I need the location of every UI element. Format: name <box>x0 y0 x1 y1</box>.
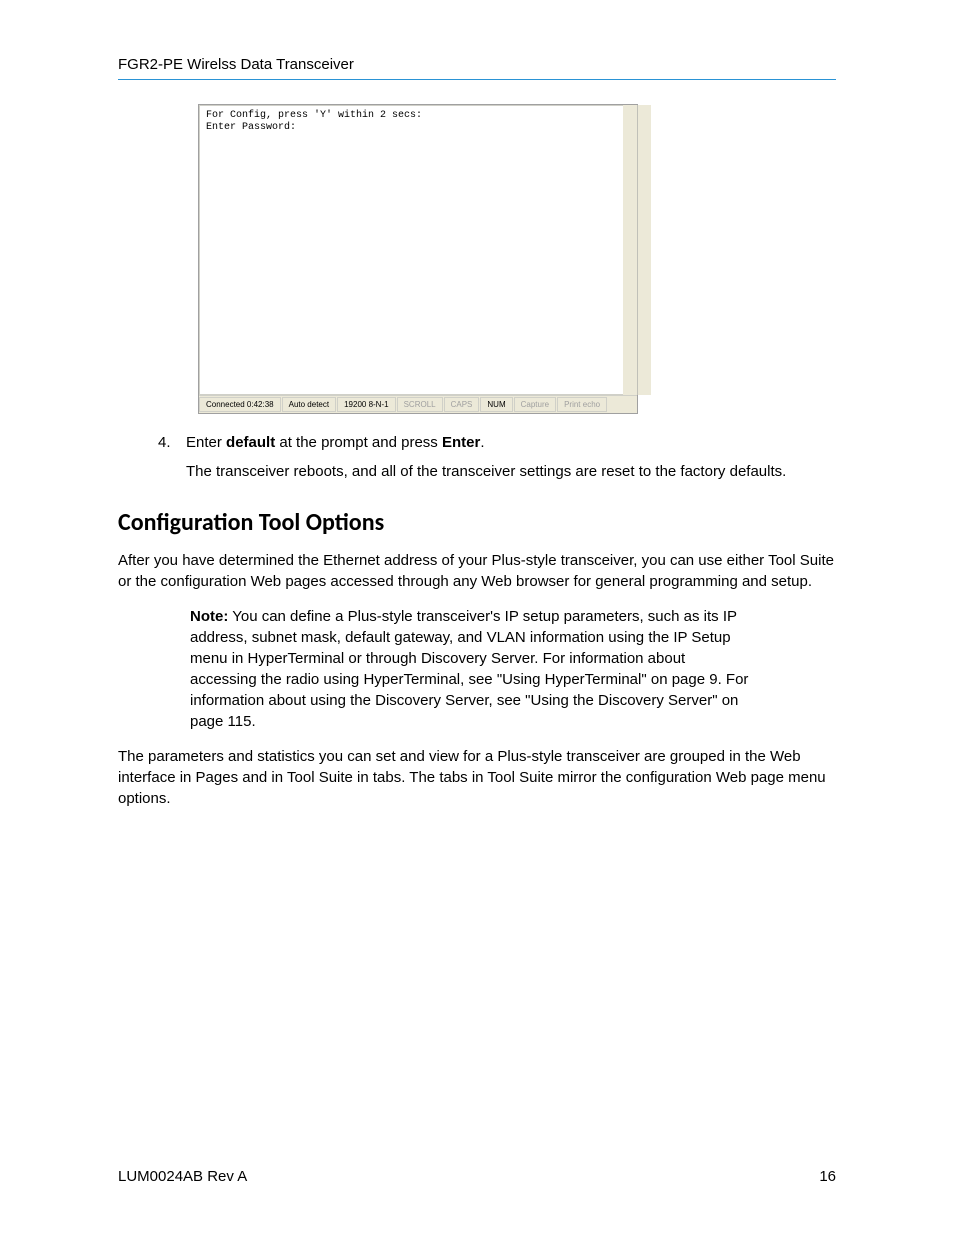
status-caps: CAPS <box>444 397 480 412</box>
status-scroll: SCROLL <box>397 397 443 412</box>
step-text: Enter default at the prompt and press En… <box>186 434 484 451</box>
step-text-before: Enter <box>186 434 226 451</box>
step-sub-text: The transceiver reboots, and all of the … <box>186 461 836 482</box>
status-baud: 19200 8-N-1 <box>337 397 395 412</box>
status-num: NUM <box>480 397 512 412</box>
header-rule <box>118 79 836 80</box>
terminal-line-2: Enter Password: <box>206 122 617 134</box>
terminal-body-wrap: For Config, press 'Y' within 2 secs: Ent… <box>199 105 623 395</box>
status-printecho: Print echo <box>557 397 607 412</box>
step-text-mid: at the prompt and press <box>275 434 442 451</box>
note-text: You can define a Plus-style transceiver'… <box>190 608 748 730</box>
terminal-body: For Config, press 'Y' within 2 secs: Ent… <box>199 105 623 395</box>
page-footer: LUM0024AB Rev A 16 <box>118 1166 836 1187</box>
note-label: Note: <box>190 608 228 625</box>
terminal-line-1: For Config, press 'Y' within 2 secs: <box>206 110 617 122</box>
step-bold-default: default <box>226 434 275 451</box>
step-bold-enter: Enter <box>442 434 480 451</box>
step-number: 4. <box>158 432 171 453</box>
paragraph-1: After you have determined the Ethernet a… <box>118 550 836 592</box>
section-title: Configuration Tool Options <box>118 506 836 540</box>
footer-doc-id: LUM0024AB Rev A <box>118 1166 247 1187</box>
terminal-screenshot: For Config, press 'Y' within 2 secs: Ent… <box>198 104 638 414</box>
step-text-after: . <box>480 434 484 451</box>
footer-page-number: 16 <box>819 1166 836 1187</box>
step-4: 4. Enter default at the prompt and press… <box>158 432 836 453</box>
terminal-scrollbar <box>637 105 651 395</box>
terminal-wrap: For Config, press 'Y' within 2 secs: Ent… <box>199 105 637 395</box>
note-block: Note: You can define a Plus-style transc… <box>190 606 755 732</box>
document-page: FGR2-PE Wirelss Data Transceiver For Con… <box>0 0 954 1235</box>
status-capture: Capture <box>514 397 556 412</box>
status-connected: Connected 0:42:38 <box>199 397 281 412</box>
status-autodetect: Auto detect <box>282 397 336 412</box>
paragraph-2: The parameters and statistics you can se… <box>118 746 836 809</box>
terminal-status-bar: Connected 0:42:38 Auto detect 19200 8-N-… <box>199 395 637 413</box>
page-header-title: FGR2-PE Wirelss Data Transceiver <box>118 54 836 75</box>
